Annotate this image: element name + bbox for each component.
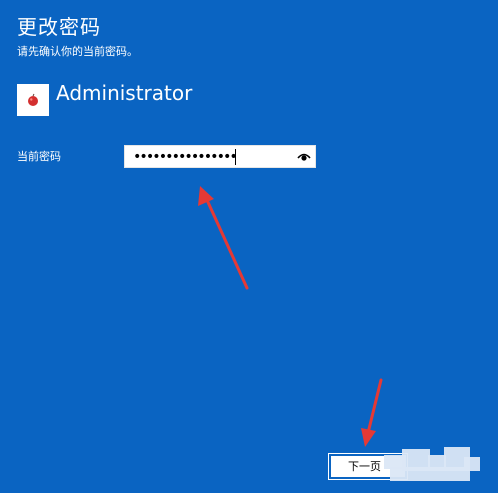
page-subtitle: 请先确认你的当前密码。 [17, 45, 138, 58]
current-password-value: •••••••••••••••• [133, 149, 238, 165]
current-password-field[interactable]: •••••••••••••••• [124, 145, 316, 168]
annotation-arrow-up [198, 186, 249, 290]
next-button-label: 下一页 [348, 460, 381, 473]
user-name: Administrator [56, 81, 193, 105]
eye-icon[interactable] [297, 150, 311, 164]
current-password-label: 当前密码 [17, 150, 61, 163]
annotation-arrow-down [361, 378, 383, 447]
page-title: 更改密码 [17, 15, 101, 39]
change-password-dialog: 更改密码 请先确认你的当前密码。 Administrator 当前密码 ••••… [0, 0, 501, 493]
user-avatar [17, 84, 49, 116]
text-caret [235, 149, 236, 165]
apple-icon [28, 93, 38, 106]
next-button[interactable]: 下一页 [328, 453, 408, 480]
